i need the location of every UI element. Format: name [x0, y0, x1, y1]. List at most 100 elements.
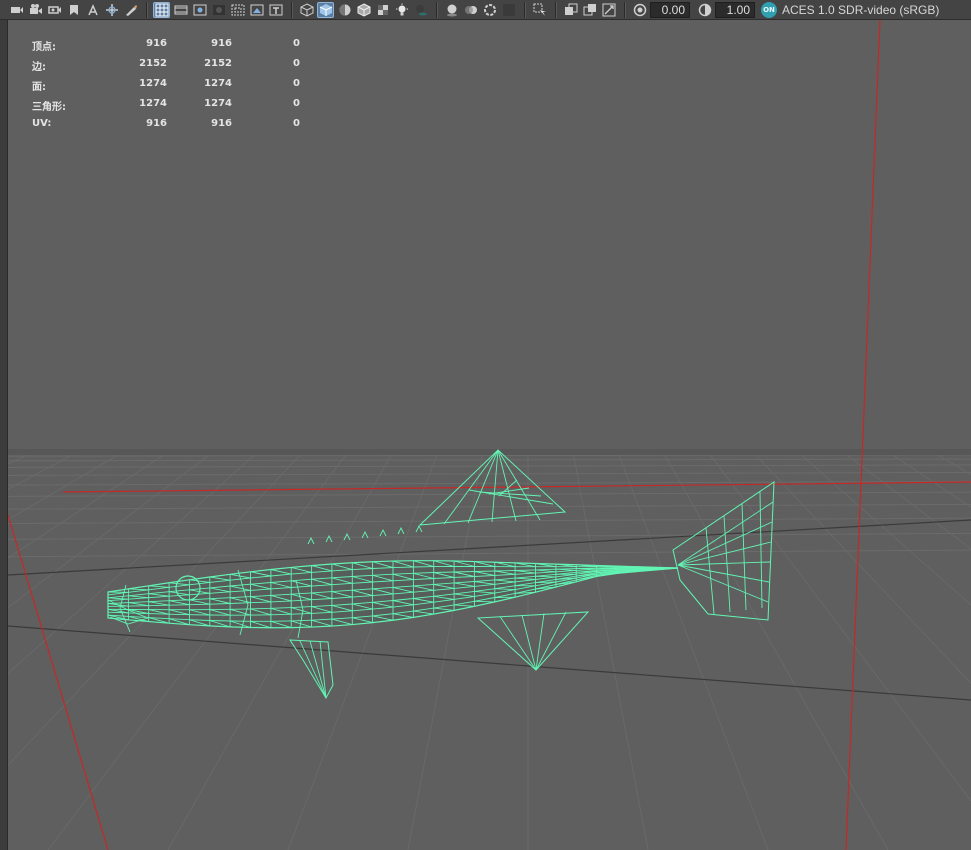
grid-line: [8, 451, 169, 559]
mesh-diagonal: [596, 567, 617, 569]
grid-line: [932, 451, 971, 475]
bookmark-icon[interactable]: [84, 2, 101, 18]
safe-title-icon[interactable]: [267, 2, 284, 18]
2d-pan-zoom-icon[interactable]: [103, 2, 120, 18]
mesh-diagonal: [535, 581, 556, 584]
mesh-diagonal: [535, 575, 556, 578]
hud-value-total: 916: [146, 118, 167, 129]
bookmark-camera-icon[interactable]: [46, 2, 63, 18]
dorsal-spike: [415, 524, 423, 533]
grease-pencil-icon[interactable]: [122, 2, 139, 18]
hud-value-total: 1274: [139, 98, 167, 109]
world-axes: [8, 20, 971, 850]
toolbar-separator: [291, 1, 293, 18]
x-axis-line: [8, 625, 971, 701]
grid-line: [167, 451, 394, 850]
hud-label: 面:: [32, 82, 46, 93]
hud-value-other: 0: [293, 78, 300, 89]
use-lights-icon[interactable]: [393, 2, 410, 18]
fin-edge: [677, 561, 771, 566]
poly-count-hud: 顶点: 916 916 0 边: 2152 2152 0 面: 1274 1274 0 三角形: 1274…: [32, 38, 312, 138]
isolate-select-icon[interactable]: [531, 2, 548, 18]
gamma-field[interactable]: 1.00: [715, 1, 755, 18]
fin-edge: [521, 614, 537, 671]
hud-value-selected: 2152: [204, 58, 232, 69]
left-panel-edge: [0, 0, 8, 850]
toolbar-separator: [624, 1, 626, 18]
viewport-scene: [8, 20, 971, 850]
exposure-field[interactable]: 0.00: [650, 1, 690, 18]
mesh-diagonal: [576, 568, 597, 570]
hud-row: 边: 2152 2152 0: [32, 58, 312, 78]
dorsal-spike: [397, 526, 405, 535]
exposure-icon[interactable]: [631, 2, 648, 18]
grid-line: [707, 451, 971, 802]
grid-line: [47, 451, 349, 850]
fin-edge: [491, 449, 499, 523]
tail-fin: [672, 481, 775, 621]
grid-line: [8, 471, 971, 476]
grid-line: [407, 451, 484, 850]
toolbar-separator: [555, 1, 557, 18]
smooth-shade-icon[interactable]: [317, 1, 334, 18]
hud-value-selected: 916: [211, 118, 232, 129]
red-axis-left: [8, 514, 109, 850]
textured-icon[interactable]: [374, 2, 391, 18]
hud-value-total: 1274: [139, 78, 167, 89]
shaded-wireframe-icon[interactable]: [355, 2, 372, 18]
hud-value-other: 0: [293, 38, 300, 49]
image-plane-icon[interactable]: [65, 2, 82, 18]
hud-value-selected: 1274: [204, 98, 232, 109]
grid-line: [572, 451, 649, 850]
color-management-icon[interactable]: ON: [761, 1, 777, 18]
fin-edge: [723, 515, 731, 613]
fin-edge: [677, 564, 769, 603]
camera-icon[interactable]: [8, 2, 25, 18]
anti-aliasing-icon[interactable]: [481, 2, 498, 18]
hud-value-selected: 916: [211, 38, 232, 49]
xray-joints-icon[interactable]: [600, 2, 617, 18]
gate-mask-icon[interactable]: [210, 2, 227, 18]
motion-blur-icon[interactable]: [462, 2, 479, 18]
toolbar-separator: [436, 1, 438, 18]
xray-icon[interactable]: [562, 2, 579, 18]
fin-edge: [497, 449, 517, 522]
ground-grid: [8, 449, 971, 850]
horizon-band: [8, 449, 971, 455]
toolbar-separator: [146, 1, 148, 18]
grid-line: [8, 451, 34, 465]
default-material-icon[interactable]: [336, 2, 353, 18]
hud-row: 面: 1274 1274 0: [32, 78, 312, 98]
grid-line: [8, 451, 304, 766]
gamma-icon[interactable]: [696, 2, 713, 18]
resolution-gate-icon[interactable]: [191, 2, 208, 18]
3d-viewport[interactable]: 顶点: 916 916 0 边: 2152 2152 0 面: 1274 1274 0 三角形: 1274…: [8, 20, 971, 850]
anal-fin: [476, 611, 590, 671]
wireframe-icon[interactable]: [298, 2, 315, 18]
fish-wireframe-mesh[interactable]: [107, 449, 775, 700]
hud-label: UV:: [32, 118, 52, 129]
hud-row: 顶点: 916 916 0: [32, 38, 312, 58]
hud-value-total: 916: [146, 38, 167, 49]
xray-active-icon[interactable]: [581, 2, 598, 18]
grid-icon[interactable]: [153, 1, 170, 18]
camera-attributes-icon[interactable]: [27, 2, 44, 18]
toolbar-separator: [524, 1, 526, 18]
ambient-occlusion-icon[interactable]: [443, 2, 460, 18]
hud-row: UV: 916 916 0: [32, 118, 312, 138]
grid-line: [8, 532, 971, 540]
mesh-diagonal: [474, 600, 495, 603]
film-gate-icon[interactable]: [172, 2, 189, 18]
shadows-icon[interactable]: [412, 2, 429, 18]
field-chart-icon[interactable]: [229, 2, 246, 18]
mesh-diagonal: [616, 567, 638, 569]
grid-line: [8, 503, 971, 510]
safe-action-icon[interactable]: [248, 2, 265, 18]
grid-line: [8, 451, 259, 674]
hud-value-other: 0: [293, 118, 300, 129]
grid-line: [842, 451, 971, 550]
color-space-label[interactable]: ACES 1.0 SDR-video (sRGB): [782, 3, 939, 17]
hud-row: 三角形: 1274 1274 0: [32, 98, 312, 118]
hud-value-other: 0: [293, 98, 300, 109]
depth-of-field-icon[interactable]: [500, 2, 517, 18]
